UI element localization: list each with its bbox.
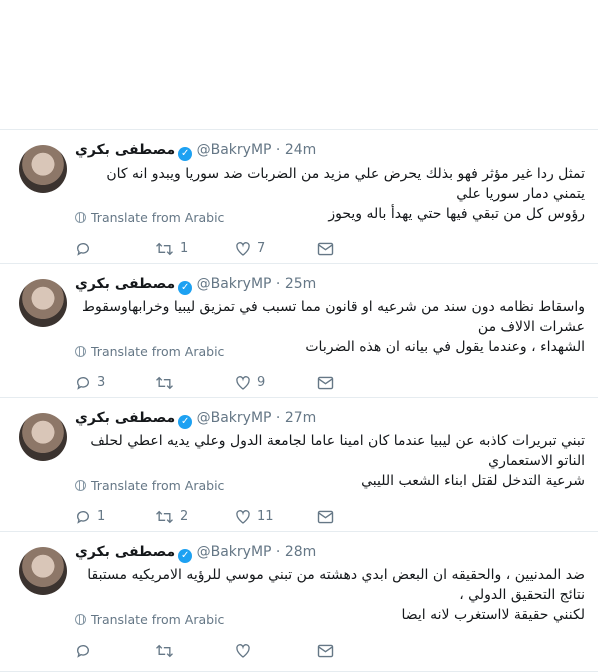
author-name[interactable]: مصطفى بكري xyxy=(75,544,175,560)
tweet[interactable]: مصطفى بكري ✓ @BakryMP · 25m واسقاط نظامه د… xyxy=(0,264,598,398)
reply-icon xyxy=(75,510,91,525)
timestamp[interactable]: 28m xyxy=(285,544,316,560)
retweet-icon xyxy=(155,242,174,257)
translate-label: Translate from Arabic xyxy=(91,210,225,225)
separator-dot: · xyxy=(271,410,285,426)
direct-message-button[interactable] xyxy=(317,239,334,259)
envelope-icon xyxy=(317,643,334,658)
retweet-button[interactable]: 2 xyxy=(155,507,188,527)
avatar[interactable] xyxy=(19,547,67,595)
author-name[interactable]: مصطفى بكري xyxy=(75,276,175,292)
heart-icon xyxy=(235,510,251,525)
tweet-text-line: ضد المدنيين ، والحقيقه ان البعض ابدي دهش… xyxy=(87,567,585,603)
tweet[interactable]: مصطفى بكري✓ @BakryMP · 22mعلي الرضي السا… xyxy=(0,0,598,130)
like-count: 9 xyxy=(257,375,266,390)
globe-icon xyxy=(75,346,86,357)
timestamp[interactable]: 24m xyxy=(285,142,316,158)
like-button[interactable]: 7 xyxy=(235,239,265,259)
tweet-actions: 39 xyxy=(75,373,335,393)
tweet-text-line: تمثل ردا غير مؤثر فهو بذلك يحرض علي مزيد… xyxy=(106,166,585,202)
reply-icon xyxy=(75,376,91,391)
tweet-header: مصطفى بكري ✓ @BakryMP · 25m xyxy=(75,276,316,295)
globe-icon xyxy=(75,212,86,223)
author-name[interactable]: مصطفى بكري xyxy=(75,410,175,426)
translate-label: Translate from Arabic xyxy=(91,478,225,493)
heart-icon xyxy=(235,644,251,659)
tweet-text-line: تبني تبريرات كاذبه عن ليبيا عندما كان ام… xyxy=(90,433,585,469)
reply-button[interactable] xyxy=(75,239,97,259)
author-handle[interactable]: @BakryMP xyxy=(197,410,272,426)
reply-button[interactable]: 3 xyxy=(75,373,105,393)
envelope-icon xyxy=(317,241,334,256)
tweet-actions xyxy=(75,641,335,661)
envelope-icon xyxy=(317,375,334,390)
reply-button[interactable] xyxy=(75,641,97,661)
like-count: 11 xyxy=(257,509,274,524)
envelope-icon xyxy=(317,509,334,524)
translate-label: Translate from Arabic xyxy=(91,344,225,359)
like-count: 7 xyxy=(257,241,266,256)
tweet[interactable]: مصطفى بكري ✓ @BakryMP · 28m ضد المدنيين ، … xyxy=(0,532,598,672)
author-name[interactable]: مصطفى بكري xyxy=(75,142,175,158)
translate-link[interactable]: Translate from Arabic xyxy=(75,210,224,225)
avatar[interactable] xyxy=(19,279,67,327)
retweet-count: 1 xyxy=(180,241,189,256)
timestamp[interactable]: 25m xyxy=(285,276,316,292)
globe-icon xyxy=(75,614,86,625)
author-handle[interactable]: @BakryMP xyxy=(197,276,272,292)
separator-dot: · xyxy=(271,142,285,158)
translate-link[interactable]: Translate from Arabic xyxy=(75,612,224,627)
tweet-header: مصطفى بكري ✓ @BakryMP · 28m xyxy=(75,544,316,563)
tweet-header: مصطفى بكري ✓ @BakryMP · 24m xyxy=(75,142,316,161)
author-handle[interactable]: @BakryMP xyxy=(197,142,272,158)
translate-label: Translate from Arabic xyxy=(91,612,225,627)
retweet-button[interactable] xyxy=(155,373,180,393)
direct-message-button[interactable] xyxy=(317,373,334,393)
retweet-button[interactable] xyxy=(155,641,180,661)
verified-badge-icon: ✓ xyxy=(178,549,193,563)
reply-button[interactable]: 1 xyxy=(75,507,105,527)
separator-dot: · xyxy=(271,544,285,560)
tweet[interactable]: مصطفى بكري ✓ @BakryMP · 24m تمثل ردا غير م… xyxy=(0,130,598,264)
heart-icon xyxy=(235,242,251,257)
globe-icon xyxy=(75,480,86,491)
avatar[interactable] xyxy=(19,145,67,193)
direct-message-button[interactable] xyxy=(317,641,334,661)
direct-message-button[interactable] xyxy=(317,507,334,527)
like-button[interactable] xyxy=(235,641,257,661)
tweet-actions: 1 2 11 xyxy=(75,507,335,527)
retweet-icon xyxy=(155,510,174,525)
reply-icon xyxy=(75,644,91,659)
timestamp[interactable]: 27m xyxy=(285,410,316,426)
verified-badge-icon: ✓ xyxy=(178,281,193,295)
heart-icon xyxy=(235,376,251,391)
reply-icon xyxy=(75,242,91,257)
separator-dot: · xyxy=(271,276,285,292)
reply-count: 1 xyxy=(97,509,106,524)
retweet-button[interactable]: 1 xyxy=(155,239,188,259)
avatar[interactable] xyxy=(19,413,67,461)
verified-badge-icon: ✓ xyxy=(178,147,193,161)
retweet-icon xyxy=(155,376,174,391)
tweet-text-line: واسقاط نظامه دون سند من شرعيه او قانون م… xyxy=(82,299,585,335)
tweet[interactable]: مصطفى بكري ✓ @BakryMP · 27m تبني تبريرات ك… xyxy=(0,398,598,532)
tweet-header: مصطفى بكري ✓ @BakryMP · 27m xyxy=(75,410,316,429)
author-handle[interactable]: @BakryMP xyxy=(197,544,272,560)
retweet-icon xyxy=(155,644,174,659)
retweet-count: 2 xyxy=(180,509,189,524)
translate-link[interactable]: Translate from Arabic xyxy=(75,344,224,359)
tweet-actions: 17 xyxy=(75,239,335,259)
reply-count: 3 xyxy=(97,375,106,390)
translate-link[interactable]: Translate from Arabic xyxy=(75,478,224,493)
verified-badge-icon: ✓ xyxy=(178,415,193,429)
like-button[interactable]: 11 xyxy=(235,507,274,527)
like-button[interactable]: 9 xyxy=(235,373,265,393)
